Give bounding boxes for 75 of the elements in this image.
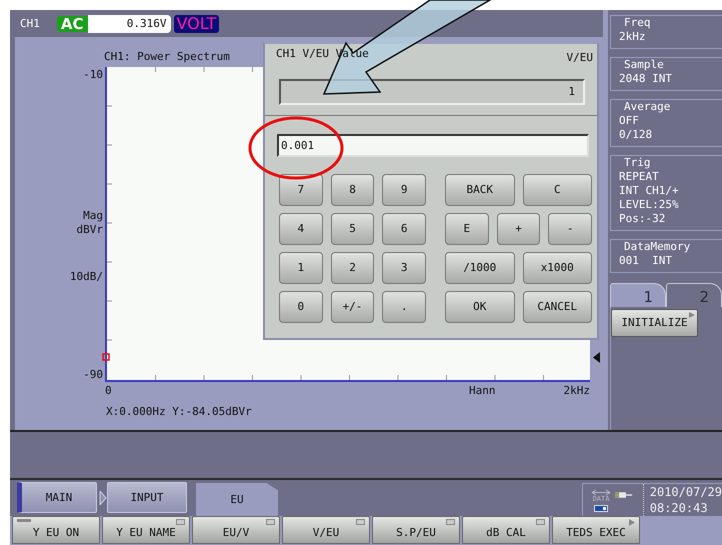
key-button[interactable]: - — [548, 213, 592, 245]
channel-label: CH1 — [20, 16, 40, 30]
key-button[interactable]: BACK — [445, 174, 514, 206]
key-button[interactable]: 0 — [279, 291, 323, 323]
panel-value: INT CH1/+ — [619, 184, 680, 198]
triangle-icon — [629, 519, 635, 526]
panel-value: REPEAT — [619, 170, 660, 184]
key-button[interactable]: E — [445, 213, 489, 245]
softkey-button[interactable]: Y EU ON — [12, 516, 100, 544]
key-button[interactable]: C — [522, 174, 592, 206]
key-button[interactable]: /1000 — [445, 252, 514, 284]
window-icon — [446, 519, 455, 525]
key-button[interactable]: 1 — [279, 252, 323, 284]
window-label: Hann — [469, 384, 496, 398]
key-button[interactable]: CANCEL — [522, 291, 592, 323]
axis-label: 2kHz — [564, 384, 590, 398]
panel-value: 2kHz — [619, 30, 646, 44]
panel-value: 2048 INT — [619, 72, 673, 86]
window-icon — [176, 519, 185, 525]
plug-icon — [615, 490, 633, 500]
triangle-icon — [689, 312, 695, 318]
softkey-button[interactable]: V/EU — [282, 516, 370, 544]
key-button[interactable]: 3 — [382, 252, 426, 284]
key-button[interactable]: OK — [445, 291, 514, 323]
menu-button[interactable]: MAIN — [17, 482, 97, 513]
axis-label: 10dB/ — [70, 270, 103, 284]
axis-label: -90 — [83, 368, 103, 382]
card-icon — [594, 504, 608, 512]
panel-value: 0/128 — [619, 128, 654, 142]
key-button[interactable]: 2 — [330, 252, 374, 284]
initialize-button[interactable]: INITIALIZE — [611, 309, 698, 337]
key-button[interactable]: 4 — [279, 213, 323, 245]
menu-tab[interactable]: EU — [196, 483, 278, 516]
panel-tab[interactable]: 1 — [610, 283, 666, 307]
chevron-icon — [99, 491, 107, 505]
softkey-button[interactable]: dB CAL — [462, 516, 550, 544]
key-button[interactable]: 6 — [382, 213, 426, 245]
key-button[interactable]: 7 — [279, 174, 323, 206]
softkey-button[interactable]: TEDS EXEC — [552, 516, 640, 544]
key-button[interactable]: 9 — [382, 174, 426, 206]
cursor-readout: X:0.000Hz Y:-84.05dBVr — [106, 405, 252, 418]
key-button[interactable]: +/- — [330, 291, 374, 323]
axis-label: -10 — [83, 68, 103, 82]
status-date: 2010/07/29 — [650, 484, 722, 500]
axis-label: Mag — [83, 209, 103, 223]
menu-button[interactable]: INPUT — [107, 482, 187, 513]
indicator-icon — [17, 519, 31, 522]
range-value: 0.316V — [88, 14, 170, 32]
softkey-button[interactable]: S.P/EU — [372, 516, 460, 544]
key-button[interactable]: 8 — [330, 174, 374, 206]
axis-label: dBVr — [76, 223, 103, 237]
panel-value: OFF — [619, 114, 640, 128]
window-icon — [266, 519, 275, 525]
key-button[interactable]: . — [382, 291, 426, 323]
coupling-badge: AC — [56, 16, 88, 32]
cursor-pointer-icon — [593, 352, 600, 363]
axis-label: 0 — [105, 384, 112, 398]
panel-value: Pos:-32 — [619, 212, 666, 226]
input-field[interactable]: 0.001 — [277, 134, 589, 157]
arrows-icon — [591, 488, 611, 496]
status-time: 08:20:43 — [650, 500, 709, 516]
unit-badge: VOLT — [174, 14, 220, 32]
cursor-marker — [102, 353, 110, 361]
key-button[interactable]: + — [496, 213, 540, 245]
softkey-button[interactable]: EU/V — [192, 516, 280, 544]
softkey-button[interactable]: Y EU NAME — [102, 516, 190, 544]
key-button[interactable]: x1000 — [522, 252, 592, 284]
plot-title: CH1: Power Spectrum — [104, 50, 230, 63]
unit-label: V/EU — [566, 51, 593, 65]
window-icon — [356, 519, 365, 525]
key-button[interactable]: 5 — [330, 213, 374, 245]
window-icon — [536, 519, 545, 525]
panel-value: LEVEL:25% — [619, 198, 680, 212]
value-display: 1 — [279, 79, 585, 105]
panel-value: 001 INT — [619, 254, 673, 268]
